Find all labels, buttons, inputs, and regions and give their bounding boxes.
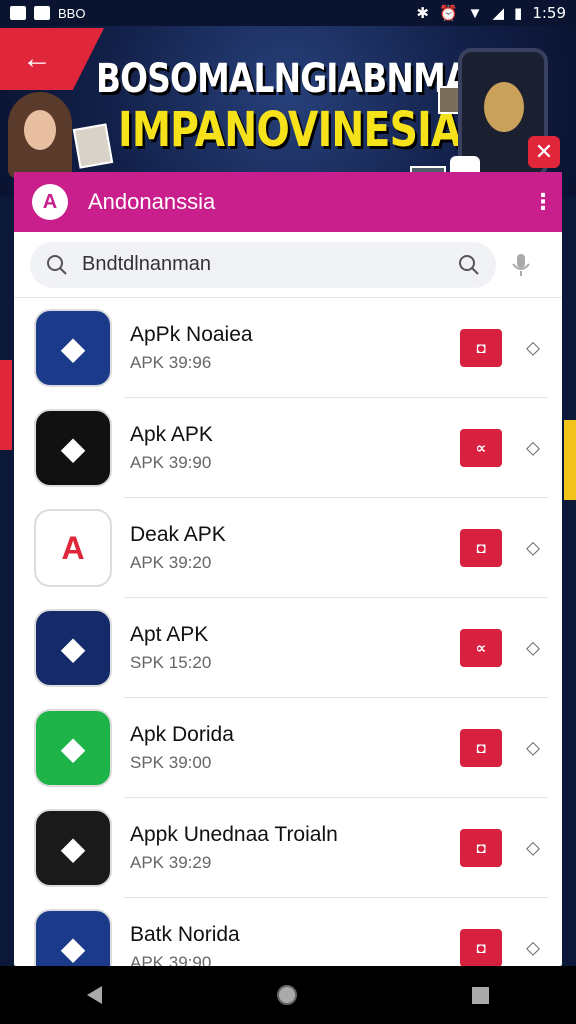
app-name: Batk Norida [130, 923, 240, 946]
search-input[interactable] [82, 253, 458, 276]
signal-icon: ◢ [492, 5, 505, 22]
app-meta: Appk Unednaa Troialn APK 39:29 [130, 823, 460, 873]
app-name: Appk Unednaa Troialn [130, 823, 338, 846]
app-name: Apt APK [130, 623, 209, 646]
download-button[interactable]: ◘ [460, 829, 502, 867]
gallery-notification-icon [34, 6, 50, 20]
nav-home-button[interactable] [276, 985, 297, 1005]
status-bar: BBO ✱ ⏰ ▼ ◢ ▮ 1:59 [0, 0, 576, 26]
app-name: Apk APK [130, 423, 213, 446]
list-item[interactable]: ◆ Batk Norida APK 39:90 ◘ ◇ [14, 898, 562, 966]
app-name: Apk Dorida [130, 723, 234, 746]
side-decoration [564, 420, 576, 500]
navigation-bar [0, 966, 576, 1024]
app-icon: A [34, 509, 112, 587]
banner-person-image [8, 92, 72, 178]
expand-icon[interactable]: ◇ [526, 838, 540, 859]
list-item[interactable]: A Deak APK APK 39:20 ◘ ◇ [14, 498, 562, 598]
app-icon: ◆ [34, 709, 112, 787]
app-version: APK 39:29 [130, 853, 212, 872]
list-item[interactable]: ◆ Apk APK APK 39:90 ∝ ◇ [14, 398, 562, 498]
app-version: APK 39:90 [130, 953, 212, 966]
app-icon: ◆ [34, 409, 112, 487]
wifi-icon: ▼ [467, 4, 483, 22]
search-bar [14, 232, 562, 298]
app-version: SPK 39:00 [130, 753, 212, 772]
expand-icon[interactable]: ◇ [526, 738, 540, 759]
nav-back-button[interactable] [87, 986, 103, 1004]
list-item[interactable]: ◆ Apk Dorida SPK 39:00 ◘ ◇ [14, 698, 562, 798]
app-version: APK 39:96 [130, 353, 212, 372]
app-meta: ApPk Noaiea APK 39:96 [130, 323, 460, 373]
app-icon: ◆ [34, 809, 112, 887]
app-name: Deak APK [130, 523, 226, 546]
app-list: ◆ ApPk Noaiea APK 39:96 ◘ ◇ ◆ Apk APK APK 39:90… [14, 298, 562, 966]
expand-icon[interactable]: ◇ [526, 338, 540, 359]
app-version: APK 39:20 [130, 553, 212, 572]
promo-banner: ← BOSOMALNGIABNMAN! IMPANOVINESIA ✕ [0, 26, 576, 196]
app-meta: Apk Dorida SPK 39:00 [130, 723, 460, 773]
download-button[interactable]: ∝ [460, 429, 502, 467]
battery-icon: ▮ [514, 5, 523, 22]
download-button[interactable]: ∝ [460, 629, 502, 667]
list-item[interactable]: ◆ Appk Unednaa Troialn APK 39:29 ◘ ◇ [14, 798, 562, 898]
app-icon: ◆ [34, 609, 112, 687]
app-icon: ◆ [34, 909, 112, 966]
alarm-icon: ⏰ [438, 5, 458, 22]
app-version: SPK 15:20 [130, 653, 212, 672]
expand-icon[interactable]: ◇ [526, 638, 540, 659]
app-title: Andonanssia [88, 189, 216, 214]
banner-x-icon: ✕ [528, 136, 560, 168]
download-button[interactable]: ◘ [460, 929, 502, 966]
search-submit-icon[interactable] [458, 254, 480, 276]
clock: 1:59 [532, 4, 566, 22]
app-icon: ◆ [34, 309, 112, 387]
banner-card-image [72, 123, 114, 169]
back-arrow-icon: ← [22, 42, 52, 75]
nav-recents-button[interactable] [471, 986, 489, 1004]
list-item[interactable]: ◆ ApPk Noaiea APK 39:96 ◘ ◇ [14, 298, 562, 398]
app-name: ApPk Noaiea [130, 323, 253, 346]
carrier-label: BBO [58, 5, 86, 21]
app-meta: Deak APK APK 39:20 [130, 523, 460, 573]
app-version: APK 39:90 [130, 453, 212, 472]
side-decoration [0, 360, 12, 450]
banner-title-line2: IMPANOVINESIA [118, 102, 461, 158]
expand-icon[interactable]: ◇ [526, 438, 540, 459]
app-bar: A Andonanssia ⋮ [14, 172, 562, 232]
app-meta: Apt APK SPK 15:20 [130, 623, 460, 673]
mic-icon[interactable] [496, 252, 546, 278]
app-meta: Apk APK APK 39:90 [130, 423, 460, 473]
bluetooth-icon: ✱ [416, 5, 429, 22]
expand-icon[interactable]: ◇ [526, 938, 540, 959]
expand-icon[interactable]: ◇ [526, 538, 540, 559]
download-button[interactable]: ◘ [460, 329, 502, 367]
app-meta: Batk Norida APK 39:90 [130, 923, 460, 966]
list-item[interactable]: ◆ Apt APK SPK 15:20 ∝ ◇ [14, 598, 562, 698]
more-options-icon[interactable]: ⋮ [532, 189, 554, 215]
download-button[interactable]: ◘ [460, 529, 502, 567]
download-button[interactable]: ◘ [460, 729, 502, 767]
notification-icon [10, 6, 26, 20]
app-logo-icon: A [32, 184, 68, 220]
search-box[interactable] [30, 241, 496, 288]
app-panel: A Andonanssia ⋮ ◆ApPk NoaieaAPK 39:96◘◇◆… [14, 172, 562, 966]
search-icon [47, 254, 67, 275]
back-button[interactable]: ← [0, 28, 104, 90]
